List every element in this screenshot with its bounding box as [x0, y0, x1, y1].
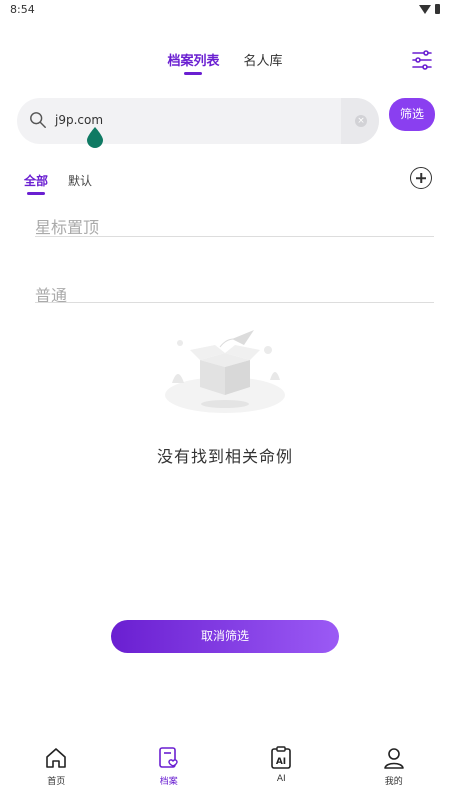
- nav-ai[interactable]: AI AI: [225, 745, 338, 800]
- status-time: 8:54: [10, 3, 35, 16]
- user-icon: [383, 748, 404, 769]
- category-tabs: 全部 默认: [24, 172, 92, 195]
- tab-archive-list[interactable]: 档案列表: [167, 50, 219, 75]
- empty-message: 没有找到相关命例: [156, 447, 293, 466]
- settings-sliders-icon[interactable]: [410, 48, 434, 72]
- nav-home-label: 首页: [47, 777, 66, 787]
- search-input[interactable]: j9p.com ×: [17, 98, 379, 144]
- tab-default[interactable]: 默认: [68, 172, 92, 195]
- filter-button[interactable]: 筛选: [389, 98, 435, 131]
- divider: [35, 236, 434, 237]
- clear-icon[interactable]: ×: [355, 115, 367, 127]
- status-icons: [419, 4, 440, 14]
- home-icon: [46, 748, 67, 768]
- nav-home[interactable]: 首页: [0, 745, 113, 800]
- nav-archive-label: 档案: [159, 777, 178, 787]
- tab-celebrity-library[interactable]: 名人库: [244, 50, 283, 75]
- wifi-icon: [419, 4, 431, 14]
- bottom-navigation: 首页 档案 AI AI 我的: [0, 745, 450, 800]
- section-starred[interactable]: 星标置顶: [35, 214, 99, 238]
- search-icon: [30, 112, 46, 128]
- nav-profile[interactable]: 我的: [338, 745, 450, 800]
- tab-all[interactable]: 全部: [24, 172, 48, 195]
- cancel-filter-button[interactable]: 取消筛选: [111, 620, 339, 653]
- nav-profile-label: 我的: [384, 777, 403, 787]
- empty-box-illustration: [165, 330, 285, 413]
- search-value: j9p.com: [55, 113, 104, 127]
- add-category-button[interactable]: [410, 167, 432, 189]
- divider: [35, 302, 434, 303]
- battery-icon: [435, 4, 440, 14]
- text-cursor-handle-icon[interactable]: [86, 126, 104, 148]
- nav-archive[interactable]: 档案: [113, 745, 226, 800]
- svg-text:AI: AI: [276, 757, 286, 767]
- ai-icon: AI: [271, 746, 292, 769]
- archive-heart-icon: [158, 747, 178, 768]
- nav-ai-label: AI: [276, 774, 286, 784]
- header-tabs: 档案列表 名人库: [0, 50, 450, 75]
